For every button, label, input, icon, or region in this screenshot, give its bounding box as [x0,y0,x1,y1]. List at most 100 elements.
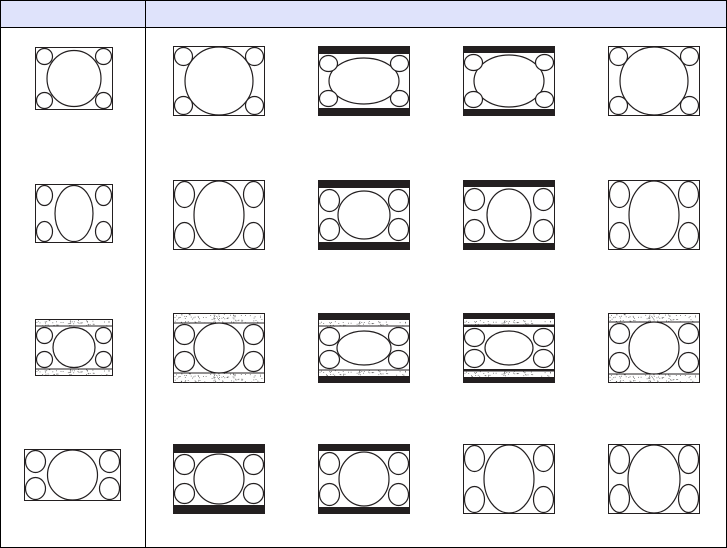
corner-circle [387,451,410,476]
source-aspect-image [35,319,113,376]
corner-circle [98,476,121,501]
output-aspect-image [608,313,700,383]
output-frame-svg [608,444,700,514]
corner-circle [532,485,555,514]
corner-circle [608,180,631,209]
center-circle [193,180,245,250]
center-circle [338,451,390,507]
output-frame-svg [318,46,410,116]
corner-circle [173,350,196,373]
corner-circle [173,180,196,209]
corner-circle [318,89,339,108]
letterbox-bar-bottom [318,376,410,383]
corner-circle [242,221,265,250]
corner-circle [173,482,196,505]
corner-circle [463,444,486,473]
center-circle [627,444,681,514]
output-frame-svg [173,46,265,116]
output-frame-svg [173,180,265,250]
corner-circle [242,453,265,476]
output-frame-svg [318,313,410,383]
corner-circle [242,350,265,373]
corner-circle [463,187,486,212]
corner-circle [679,95,700,116]
output-aspect-image [318,46,410,116]
corner-circle [94,47,113,66]
letterbox-bar-bottom [318,242,410,250]
output-aspect-image [318,180,410,250]
output-frame-svg [318,444,410,514]
center-circle [337,190,391,240]
center-circle [336,330,392,366]
corner-circle [244,46,265,67]
corner-circle [94,326,113,345]
corner-circle [532,444,555,473]
corner-circle [387,326,410,347]
corner-circle [35,91,54,110]
corner-circle [679,46,700,67]
center-circle [193,322,245,374]
corner-circle [389,89,410,108]
letterbox-bar-top [318,444,410,451]
corner-circle [387,349,410,370]
output-aspect-image [318,313,410,383]
corner-circle [94,91,113,110]
output-aspect-image [608,46,700,116]
corner-circle [35,220,54,243]
letterbox-bar-bottom [463,377,555,383]
center-circle [46,449,99,501]
corner-circle [387,188,410,213]
output-aspect-image [463,444,555,514]
letterbox-bar-top [463,313,555,319]
corner-circle [173,46,194,67]
letterbox-bar-top [318,180,410,188]
letterbox-bar-bottom [318,507,410,514]
output-frame-svg [608,46,700,116]
corner-circle [677,322,700,345]
letterbox-bar-top [318,313,410,320]
center-circle [628,180,680,250]
corner-circle [387,482,410,507]
output-frame-svg [463,313,555,383]
center-circle [328,57,400,105]
corner-circle [463,218,486,243]
center-circle [483,444,535,514]
corner-circle [608,46,629,67]
source-frame-svg [24,449,121,501]
center-circle [54,184,94,243]
corner-circle [677,351,700,374]
source-frame-svg [35,184,113,243]
corner-circle [24,476,47,501]
corner-circle [677,221,700,250]
corner-circle [389,54,410,73]
corner-circle [463,53,484,72]
output-aspect-image [463,180,555,250]
letterbox-bar-bottom [173,505,265,514]
corner-circle [608,444,631,475]
source-frame-svg [35,47,113,110]
table-header [1,1,726,28]
corner-circle [244,95,265,116]
output-aspect-image [173,180,265,250]
output-frame-svg [463,46,555,116]
corner-circle [173,323,196,346]
corner-circle [173,95,194,116]
corner-circle [532,187,555,212]
corner-circle [534,53,555,72]
center-circle [628,321,680,375]
letterbox-bar-bottom [318,108,410,116]
corner-circle [242,180,265,209]
output-aspect-image [173,313,265,383]
output-aspect-image [318,444,410,514]
output-frame-svg [318,180,410,250]
center-circle [473,54,545,108]
corner-circle [94,350,113,369]
letterbox-bar-top [318,46,410,54]
corner-circle [608,95,629,116]
letterbox-bar-bottom [463,243,555,250]
output-frame-svg [463,180,555,250]
output-aspect-image [608,180,700,250]
letterbox-bar-bottom [463,109,555,116]
corner-circle [94,184,113,207]
corner-circle [677,483,700,514]
